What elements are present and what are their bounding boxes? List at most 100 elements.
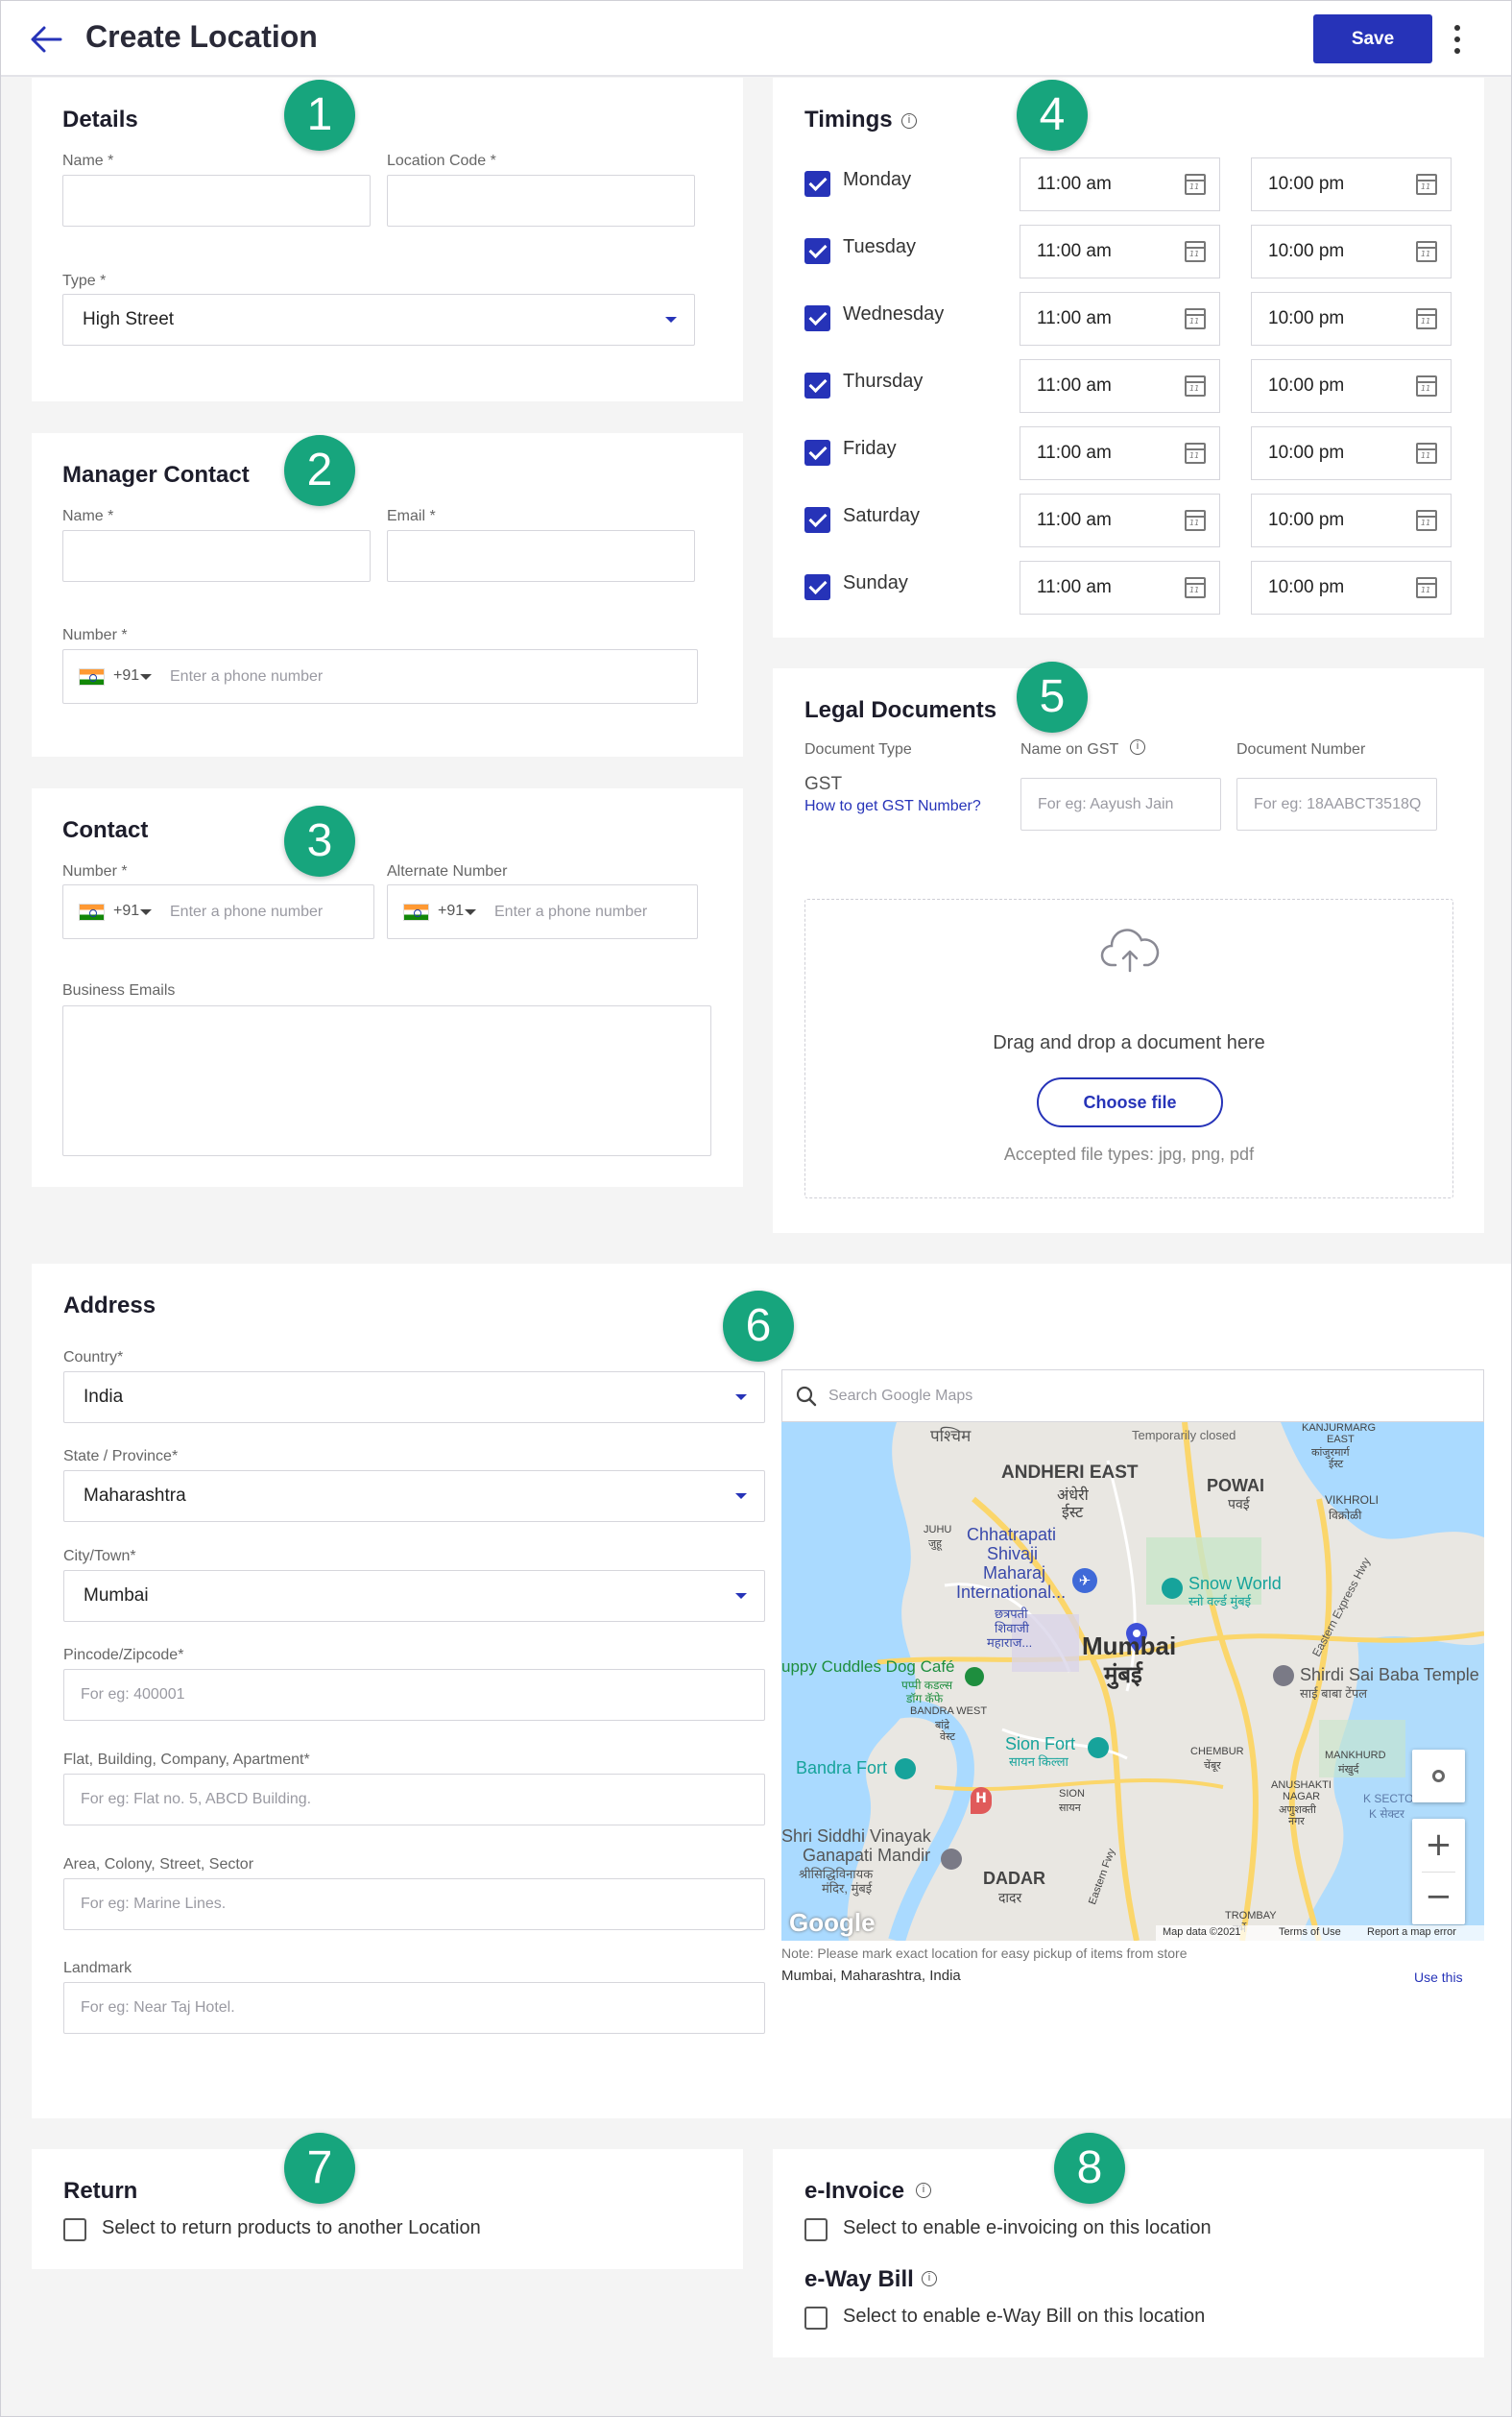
back-arrow-icon[interactable]: [30, 25, 62, 54]
info-icon[interactable]: i: [901, 113, 917, 129]
open-time-input[interactable]: 11:00 am: [1020, 561, 1220, 615]
open-time-input[interactable]: 11:00 am: [1020, 359, 1220, 413]
calendar-icon[interactable]: [1185, 375, 1206, 397]
map-label: मंदिर, मुंबई: [822, 1881, 873, 1896]
step-badge-6: 6: [723, 1291, 794, 1362]
location-code-input[interactable]: [387, 175, 695, 227]
landmark-label: Landmark: [63, 1960, 132, 1976]
pincode-input[interactable]: For eg: 400001: [63, 1669, 765, 1721]
gst-help-link[interactable]: How to get GST Number?: [804, 798, 981, 815]
day-checkbox[interactable]: [804, 171, 830, 197]
calendar-icon[interactable]: [1185, 308, 1206, 329]
business-emails-textarea[interactable]: [62, 1005, 711, 1156]
info-icon[interactable]: i: [916, 2183, 931, 2198]
calendar-icon[interactable]: [1416, 510, 1437, 531]
day-checkbox[interactable]: [804, 507, 830, 533]
calendar-icon[interactable]: [1185, 577, 1206, 598]
report-link[interactable]: Report a map error: [1367, 1926, 1456, 1938]
calendar-icon[interactable]: [1416, 308, 1437, 329]
manager-name-input[interactable]: [62, 530, 371, 582]
my-location-button[interactable]: [1412, 1750, 1465, 1802]
zoom-out-button[interactable]: −: [1412, 1872, 1465, 1924]
phone-placeholder: Enter a phone number: [494, 903, 648, 920]
alternate-phone-input[interactable]: +91 Enter a phone number: [387, 884, 698, 939]
map-label: uppy Cuddles Dog Café: [781, 1657, 955, 1676]
terms-link[interactable]: Terms of Use: [1279, 1926, 1341, 1938]
open-time-input[interactable]: 11:00 am: [1020, 494, 1220, 547]
choose-file-button[interactable]: Choose file: [1037, 1077, 1223, 1127]
close-time-input[interactable]: 10:00 pm: [1251, 494, 1452, 547]
selected-location-text: Mumbai, Maharashtra, India: [781, 1968, 961, 1984]
day-checkbox[interactable]: [804, 238, 830, 264]
area-input[interactable]: For eg: Marine Lines.: [63, 1878, 765, 1930]
flat-input[interactable]: For eg: Flat no. 5, ABCD Building.: [63, 1774, 765, 1825]
open-time-input[interactable]: 11:00 am: [1020, 292, 1220, 346]
open-time-input[interactable]: 11:00 am: [1020, 225, 1220, 278]
manager-phone-input[interactable]: +91 Enter a phone number: [62, 649, 698, 704]
info-icon[interactable]: i: [922, 2271, 937, 2286]
country-dropdown-icon[interactable]: [140, 674, 152, 680]
calendar-icon[interactable]: [1416, 241, 1437, 262]
calendar-icon[interactable]: [1185, 443, 1206, 464]
attraction-icon[interactable]: [1162, 1578, 1183, 1599]
legal-documents-title: Legal Documents: [804, 697, 997, 723]
cafe-icon[interactable]: [965, 1667, 984, 1686]
calendar-icon[interactable]: [1416, 577, 1437, 598]
close-time-input[interactable]: 10:00 pm: [1251, 225, 1452, 278]
flat-label: Flat, Building, Company, Apartment*: [63, 1752, 310, 1768]
open-time-input[interactable]: 11:00 am: [1020, 426, 1220, 480]
close-time-input[interactable]: 10:00 pm: [1251, 157, 1452, 211]
landmark-input[interactable]: For eg: Near Taj Hotel.: [63, 1982, 765, 2034]
document-number-input[interactable]: For eg: 18AABCT3518Q: [1236, 778, 1437, 831]
contact-phone-input[interactable]: +91 Enter a phone number: [62, 884, 374, 939]
manager-email-input[interactable]: [387, 530, 695, 582]
pincode-placeholder: For eg: 400001: [81, 1686, 185, 1703]
country-dropdown-icon[interactable]: [140, 909, 152, 915]
document-number-header: Document Number: [1236, 741, 1366, 758]
file-drop-zone[interactable]: Drag and drop a document here Choose fil…: [804, 899, 1453, 1198]
open-time-input[interactable]: 11:00 am: [1020, 157, 1220, 211]
country-dropdown-icon[interactable]: [465, 909, 476, 915]
calendar-icon[interactable]: [1416, 443, 1437, 464]
fort-icon[interactable]: [1088, 1737, 1109, 1758]
airport-icon[interactable]: ✈: [1072, 1568, 1097, 1593]
state-select[interactable]: Maharashtra: [63, 1470, 765, 1522]
calendar-icon[interactable]: [1416, 174, 1437, 195]
close-time-input[interactable]: 10:00 pm: [1251, 359, 1452, 413]
fort-icon[interactable]: [895, 1758, 916, 1779]
return-checkbox[interactable]: [63, 2218, 86, 2241]
day-checkbox[interactable]: [804, 373, 830, 399]
country-select[interactable]: India: [63, 1371, 765, 1423]
location-name-input[interactable]: [62, 175, 371, 227]
calendar-icon[interactable]: [1416, 375, 1437, 397]
temple-icon[interactable]: [1273, 1665, 1294, 1686]
hospital-icon[interactable]: H: [971, 1787, 992, 1814]
more-options-icon[interactable]: [1451, 22, 1464, 57]
country-code: +91: [113, 903, 140, 919]
calendar-icon[interactable]: [1185, 241, 1206, 262]
map-search-input[interactable]: Search Google Maps: [781, 1369, 1484, 1422]
use-this-link[interactable]: Use this: [1414, 1970, 1463, 1985]
day-checkbox[interactable]: [804, 440, 830, 466]
open-time-value: 11:00 am: [1037, 443, 1112, 463]
city-select[interactable]: Mumbai: [63, 1570, 765, 1622]
google-map[interactable]: पश्चिम Temporarily closed ANDHERI EAST अ…: [781, 1422, 1484, 1941]
name-on-gst-input[interactable]: For eg: Aayush Jain: [1020, 778, 1221, 831]
calendar-icon[interactable]: [1185, 174, 1206, 195]
map-label: K सेक्टर: [1369, 1807, 1404, 1821]
close-time-input[interactable]: 10:00 pm: [1251, 292, 1452, 346]
close-time-input[interactable]: 10:00 pm: [1251, 426, 1452, 480]
day-checkbox[interactable]: [804, 305, 830, 331]
save-button[interactable]: Save: [1313, 14, 1432, 63]
temple-icon[interactable]: [941, 1849, 962, 1870]
close-time-input[interactable]: 10:00 pm: [1251, 561, 1452, 615]
calendar-icon[interactable]: [1185, 510, 1206, 531]
eway-checkbox[interactable]: [804, 2307, 828, 2330]
info-icon[interactable]: i: [1130, 739, 1145, 755]
day-checkbox[interactable]: [804, 574, 830, 600]
close-time-value: 10:00 pm: [1268, 241, 1345, 261]
eway-title: e-Way Bill: [804, 2266, 914, 2292]
zoom-in-button[interactable]: +: [1412, 1819, 1465, 1872]
type-select[interactable]: High Street: [62, 294, 695, 346]
einvoice-checkbox[interactable]: [804, 2218, 828, 2241]
